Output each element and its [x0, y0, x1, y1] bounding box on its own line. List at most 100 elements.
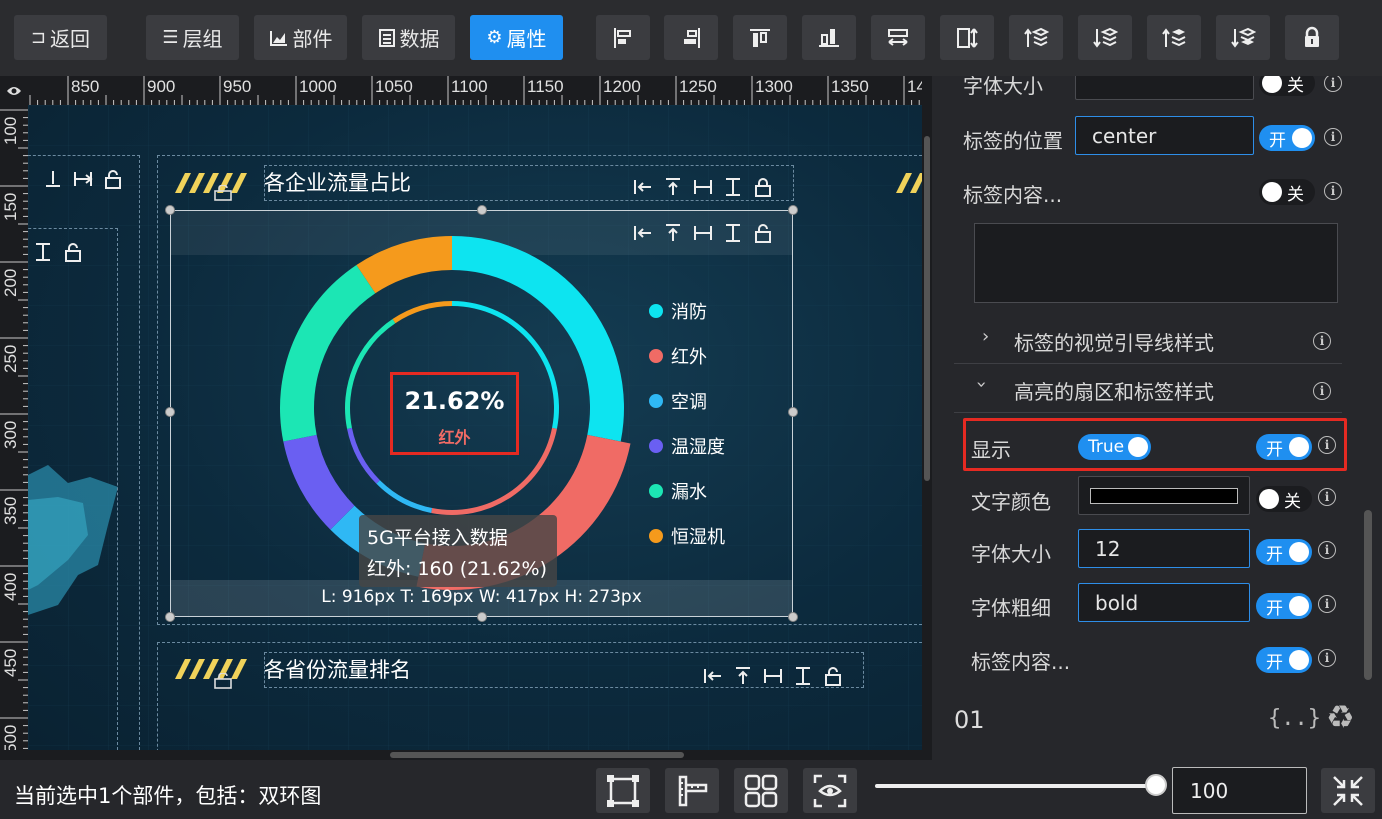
- info-icon[interactable]: i: [1324, 182, 1342, 200]
- chevron-down-icon[interactable]: ›: [971, 381, 992, 388]
- align-top-button[interactable]: [733, 15, 787, 60]
- send-to-back-button[interactable]: [1216, 15, 1270, 60]
- info-icon[interactable]: i: [1318, 488, 1336, 506]
- stretch-horizontal-icon[interactable]: [72, 168, 94, 190]
- resize-handle-nw[interactable]: [165, 205, 175, 215]
- back-button[interactable]: ⊐ 返回: [14, 15, 107, 60]
- unlock-icon[interactable]: [822, 665, 844, 687]
- code-braces-icon[interactable]: {..}: [1268, 706, 1321, 731]
- resize-handle-ne[interactable]: [788, 205, 798, 215]
- data-button[interactable]: 数据: [362, 15, 455, 60]
- show-value-toggle[interactable]: True: [1078, 434, 1151, 460]
- zoom-input[interactable]: 100: [1172, 767, 1307, 814]
- text-color-picker[interactable]: [1078, 476, 1250, 515]
- send-backward-button[interactable]: [1078, 15, 1132, 60]
- font-weight-toggle[interactable]: 开: [1256, 593, 1312, 619]
- legend-item[interactable]: 温湿度: [649, 423, 725, 468]
- inner-ring-slice-空调[interactable]: [376, 480, 433, 513]
- widgets-button[interactable]: 部件: [254, 15, 347, 60]
- canvas-vertical-scrollbar[interactable]: [922, 76, 932, 760]
- zoom-slider-thumb[interactable]: [1145, 774, 1167, 796]
- label-position-toggle[interactable]: 开: [1259, 125, 1315, 151]
- scroll-thumb[interactable]: [390, 752, 684, 758]
- layers-button[interactable]: ☰ 层组: [146, 15, 239, 60]
- info-icon[interactable]: i: [1324, 128, 1342, 146]
- legend-item[interactable]: 漏水: [649, 468, 725, 513]
- unlock-icon[interactable]: [62, 241, 84, 263]
- resize-handle-e[interactable]: [788, 407, 798, 417]
- ruler-corner[interactable]: [0, 76, 28, 105]
- stretch-horizontal-icon[interactable]: [692, 176, 714, 198]
- align-bottom-button[interactable]: [802, 15, 856, 60]
- inner-ring-slice-漏水[interactable]: [345, 319, 396, 429]
- font-weight-select[interactable]: bold: [1078, 583, 1250, 622]
- align-left-button[interactable]: [596, 15, 650, 60]
- scroll-thumb[interactable]: [924, 136, 930, 481]
- guide-line-section[interactable]: 标签的视觉引导线样式: [1014, 327, 1214, 356]
- lock-icon[interactable]: [752, 176, 774, 198]
- properties-button[interactable]: ⚙ 属性: [470, 15, 563, 60]
- distribute-horizontal-button[interactable]: [871, 15, 925, 60]
- legend-item[interactable]: 消防: [649, 288, 725, 333]
- align-bottom-icon[interactable]: [42, 168, 64, 190]
- info-icon[interactable]: i: [1318, 541, 1336, 559]
- resize-handle-se[interactable]: [788, 612, 798, 622]
- legend-item[interactable]: 红外: [649, 333, 725, 378]
- inner-ring-slice-温湿度[interactable]: [347, 427, 380, 484]
- lock-button[interactable]: [1285, 15, 1339, 60]
- select-frame-button[interactable]: [596, 768, 650, 813]
- outer-ring-slice-恒湿机[interactable]: [356, 236, 452, 294]
- resize-handle-sw[interactable]: [165, 612, 175, 622]
- panel-scrollbar[interactable]: [1364, 510, 1372, 680]
- align-left-icon[interactable]: [632, 176, 654, 198]
- zoom-slider[interactable]: [875, 784, 1157, 788]
- label-position-select[interactable]: center: [1075, 116, 1254, 155]
- preview-button[interactable]: [803, 768, 857, 813]
- info-icon[interactable]: i: [1318, 595, 1336, 613]
- font-size-toggle[interactable]: 关: [1259, 76, 1315, 96]
- label-content-toggle[interactable]: 关: [1259, 179, 1315, 205]
- resize-handle-w[interactable]: [165, 407, 175, 417]
- resize-handle-s[interactable]: [477, 612, 487, 622]
- label-content-textarea[interactable]: [974, 223, 1338, 303]
- text-color-toggle[interactable]: 关: [1256, 486, 1312, 512]
- outer-ring-slice-温湿度[interactable]: [283, 434, 355, 530]
- design-canvas[interactable]: 各企业流量占比 21.62% 红外 消防 红外 空调 温湿度 漏水 恒湿机 5G平台接入数…: [28, 105, 922, 750]
- stretch-horizontal-icon[interactable]: [762, 665, 784, 687]
- grid-toggle-button[interactable]: [734, 768, 788, 813]
- widget-frame[interactable]: [28, 228, 118, 750]
- align-top-icon[interactable]: [662, 176, 684, 198]
- resize-handle-n[interactable]: [477, 205, 487, 215]
- info-icon[interactable]: i: [1318, 436, 1336, 454]
- highlight-section[interactable]: 高亮的扇区和标签样式: [1014, 376, 1214, 405]
- legend-item[interactable]: 空调: [649, 378, 725, 423]
- align-top-icon[interactable]: [732, 665, 754, 687]
- show-toggle[interactable]: 开: [1256, 434, 1312, 460]
- info-icon[interactable]: i: [1313, 332, 1331, 350]
- ruler-toggle-button[interactable]: [665, 768, 719, 813]
- horizontal-ruler[interactable]: 850 900 950 1000 1050 1100 1150 1200 1250 1300 135…: [28, 76, 922, 105]
- info-icon[interactable]: i: [1318, 649, 1336, 667]
- bring-forward-button[interactable]: [1009, 15, 1063, 60]
- bring-to-front-button[interactable]: [1147, 15, 1201, 60]
- font-size-input[interactable]: 12: [1078, 529, 1250, 568]
- stretch-vertical-icon[interactable]: [792, 665, 814, 687]
- info-icon[interactable]: i: [1324, 76, 1342, 92]
- selected-chart-widget[interactable]: 21.62% 红外 消防 红外 空调 温湿度 漏水 恒湿机 5G平台接入数据 红外: 16…: [170, 210, 793, 617]
- chevron-right-icon[interactable]: ›: [982, 326, 989, 347]
- label-content-toggle[interactable]: 开: [1256, 647, 1312, 673]
- align-left-icon[interactable]: [702, 665, 724, 687]
- inner-ring-slice-恒湿机[interactable]: [392, 301, 452, 324]
- distribute-vertical-button[interactable]: [940, 15, 994, 60]
- font-size-input[interactable]: [1075, 76, 1254, 100]
- fit-screen-button[interactable]: [1321, 768, 1375, 813]
- legend-item[interactable]: 恒湿机: [649, 513, 725, 558]
- font-size-toggle[interactable]: 开: [1256, 539, 1312, 565]
- recycle-icon[interactable]: ♻: [1326, 698, 1355, 736]
- stretch-vertical-icon[interactable]: [722, 176, 744, 198]
- unlock-icon[interactable]: [102, 168, 124, 190]
- stretch-vertical-icon[interactable]: [32, 241, 54, 263]
- vertical-ruler[interactable]: 100 150 200 250 300 350 400 450 500: [0, 105, 28, 750]
- info-icon[interactable]: i: [1313, 382, 1331, 400]
- canvas-horizontal-scrollbar[interactable]: [0, 750, 922, 760]
